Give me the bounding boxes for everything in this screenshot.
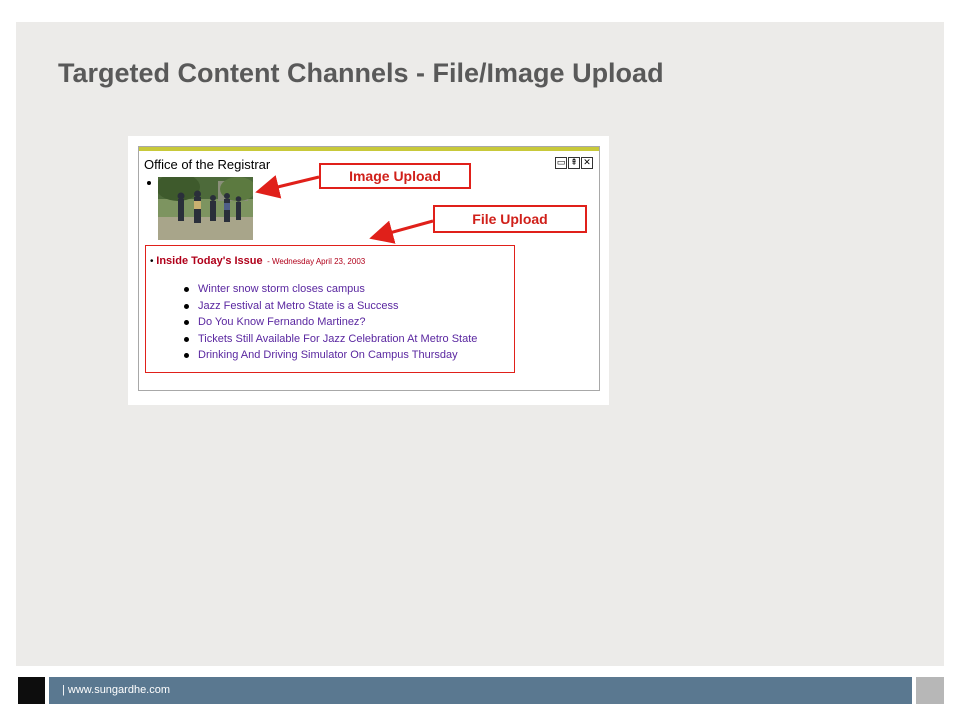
news-item-link[interactable]: Drinking And Driving Simulator On Campus… [198,349,458,361]
news-item-link[interactable]: Do You Know Fernando Martinez? [198,316,366,328]
portal-screenshot: Office of the Registrar ▭ ⇞ ✕ Image Uplo… [128,136,609,405]
slide-title: Targeted Content Channels - File/Image U… [58,58,664,88]
news-heading-title: Inside Today's Issue [156,255,263,267]
arrow-to-image [255,175,320,199]
news-heading-date: - Wednesday April 23, 2003 [267,257,366,266]
bullet-dot [184,353,189,359]
news-heading[interactable]: • Inside Today's Issue - Wednesday April… [150,251,365,269]
news-item[interactable]: Jazz Festival at Metro State is a Succes… [184,299,477,316]
footer-bar: | www.sungardhe.com [49,677,912,704]
bullet-dot [184,287,189,292]
news-list: Winter snow storm closes campus Jazz Fes… [184,282,477,365]
arrow-to-file [369,219,434,244]
news-item-link[interactable]: Winter snow storm closes campus [198,283,365,295]
registrar-channel: Office of the Registrar ▭ ⇞ ✕ Image Uplo… [138,146,600,391]
slide-background: Targeted Content Channels - File/Image U… [16,22,944,666]
footer-gray-block [916,677,944,704]
footer-black-block [18,677,45,704]
bullet-dot [184,303,189,309]
news-item[interactable]: Drinking And Driving Simulator On Campus… [184,348,477,365]
footer-url: | www.sungardhe.com [62,684,171,696]
news-file-box: • Inside Today's Issue - Wednesday April… [145,245,515,373]
news-item[interactable]: Tickets Still Available For Jazz Celebra… [184,332,477,349]
news-item[interactable]: Winter snow storm closes campus [184,282,477,299]
news-item[interactable]: Do You Know Fernando Martinez? [184,315,477,332]
bullet-dot [184,336,189,342]
bullet-dot [184,320,189,326]
news-item-link[interactable]: Jazz Festival at Metro State is a Succes… [198,300,399,312]
news-item-link[interactable]: Tickets Still Available For Jazz Celebra… [198,333,477,345]
